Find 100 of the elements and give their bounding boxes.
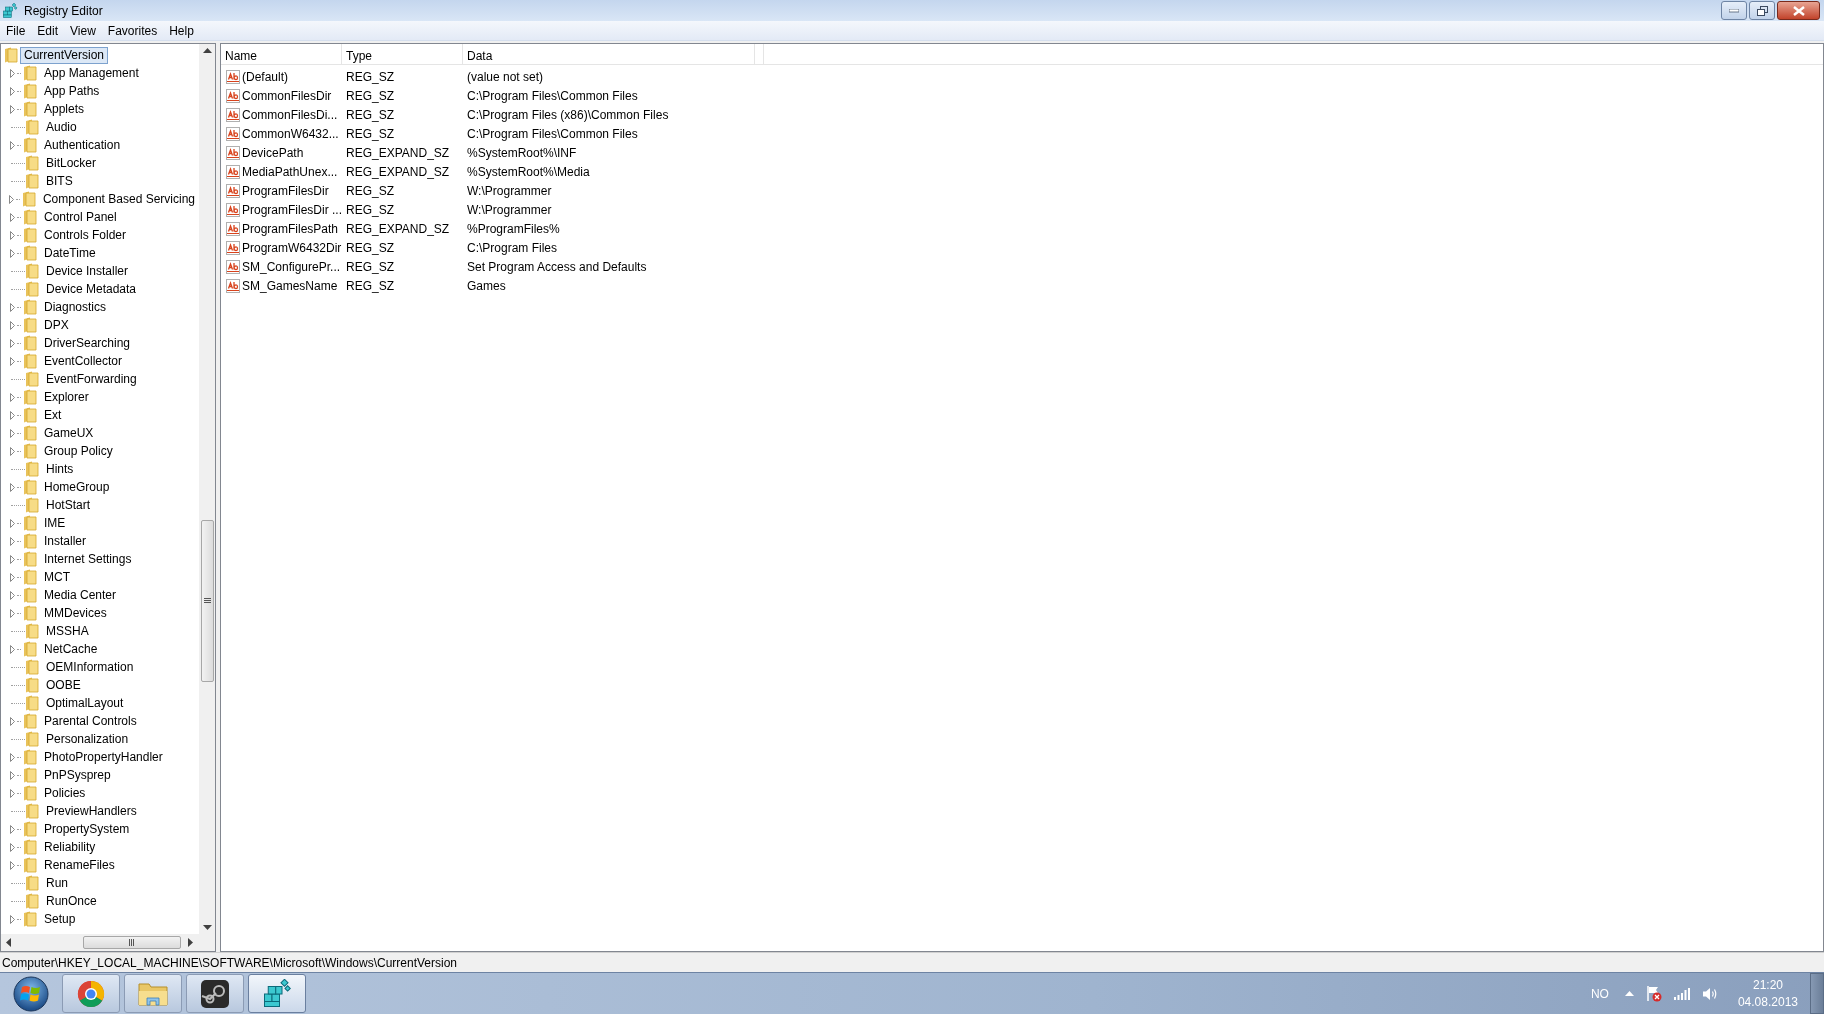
- tree-item[interactable]: BitLocker: [42, 154, 101, 172]
- tree-item[interactable]: MMDevices: [40, 604, 111, 622]
- expand-arrow-icon[interactable]: [9, 392, 15, 402]
- expand-arrow-icon[interactable]: [9, 212, 15, 222]
- tree-item[interactable]: Authentication: [40, 136, 125, 154]
- expand-arrow-icon[interactable]: [9, 716, 15, 726]
- menu-item[interactable]: Help: [163, 21, 200, 40]
- tree-item[interactable]: Device Metadata: [42, 280, 141, 298]
- expand-arrow-icon[interactable]: [9, 554, 15, 564]
- tree-item[interactable]: Audio: [42, 118, 81, 136]
- tree-item[interactable]: IME: [40, 514, 70, 532]
- expand-arrow-icon[interactable]: [9, 248, 15, 258]
- expand-arrow-icon[interactable]: [9, 518, 15, 528]
- value-name[interactable]: CommonFilesDi...: [242, 105, 338, 124]
- tree-item[interactable]: Reliability: [40, 838, 100, 856]
- scroll-up-icon[interactable]: [202, 48, 212, 53]
- tree-item[interactable]: Group Policy: [40, 442, 117, 460]
- tree-item[interactable]: Control Panel: [40, 208, 121, 226]
- restore-button[interactable]: [1749, 1, 1775, 20]
- tree-item[interactable]: DPX: [40, 316, 73, 334]
- tree-item[interactable]: EventForwarding: [42, 370, 141, 388]
- tree-item[interactable]: HotStart: [42, 496, 94, 514]
- column-header[interactable]: Data: [463, 44, 755, 64]
- expand-arrow-icon[interactable]: [9, 590, 15, 600]
- signal-icon[interactable]: [1673, 987, 1690, 1000]
- expand-arrow-icon[interactable]: [9, 752, 15, 762]
- tree-item[interactable]: Ext: [40, 406, 66, 424]
- expand-arrow-icon[interactable]: [9, 914, 15, 924]
- menu-item[interactable]: Edit: [31, 21, 65, 40]
- menu-item[interactable]: File: [0, 21, 32, 40]
- scroll-thumb[interactable]: [200, 520, 214, 682]
- scroll-left-icon[interactable]: [6, 938, 11, 947]
- expand-arrow-icon[interactable]: [9, 608, 15, 618]
- expand-arrow-icon[interactable]: [9, 482, 15, 492]
- value-name[interactable]: SM_GamesName: [242, 276, 338, 295]
- tree-item[interactable]: CurrentVersion: [20, 46, 109, 64]
- tree-item[interactable]: PreviewHandlers: [42, 802, 141, 820]
- tree-item[interactable]: BITS: [42, 172, 77, 190]
- value-name[interactable]: CommonW6432...: [242, 124, 339, 143]
- expand-arrow-icon[interactable]: [9, 446, 15, 456]
- value-name[interactable]: ProgramFilesPath: [242, 219, 339, 238]
- column-header[interactable]: Name: [221, 44, 342, 64]
- scroll-thumb[interactable]: [83, 936, 181, 949]
- menu-item[interactable]: View: [64, 21, 102, 40]
- tree-item[interactable]: Diagnostics: [40, 298, 111, 316]
- tree-item[interactable]: HomeGroup: [40, 478, 114, 496]
- expand-arrow-icon[interactable]: [9, 842, 15, 852]
- tree-item[interactable]: RunOnce: [42, 892, 101, 910]
- taskbar-button[interactable]: [186, 974, 244, 1013]
- tree-item[interactable]: Policies: [40, 784, 90, 802]
- tree-item[interactable]: Internet Settings: [40, 550, 136, 568]
- expand-arrow-icon[interactable]: [9, 320, 15, 330]
- tree-item[interactable]: DriverSearching: [40, 334, 135, 352]
- tree-item[interactable]: DateTime: [40, 244, 100, 262]
- flag-error-icon[interactable]: [1645, 985, 1662, 1002]
- tree-item[interactable]: PropertySystem: [40, 820, 134, 838]
- tree-item[interactable]: Explorer: [40, 388, 93, 406]
- tree-item[interactable]: Media Center: [40, 586, 121, 604]
- expand-arrow-icon[interactable]: [9, 140, 15, 150]
- tree-item[interactable]: Controls Folder: [40, 226, 131, 244]
- tree-item[interactable]: OOBE: [42, 676, 85, 694]
- show-hidden-icons-icon[interactable]: [1624, 991, 1634, 996]
- expand-arrow-icon[interactable]: [9, 338, 15, 348]
- show-desktop-button[interactable]: [1810, 973, 1824, 1014]
- tree-item[interactable]: Applets: [40, 100, 89, 118]
- tree-item[interactable]: App Management: [40, 64, 143, 82]
- expand-arrow-icon[interactable]: [9, 644, 15, 654]
- tree-item[interactable]: MCT: [40, 568, 74, 586]
- taskbar-button[interactable]: [248, 974, 306, 1013]
- tree-item[interactable]: OEMInformation: [42, 658, 138, 676]
- tree-item[interactable]: Device Installer: [42, 262, 133, 280]
- value-name[interactable]: ProgramFilesDir: [242, 181, 329, 200]
- tree-item[interactable]: GameUX: [40, 424, 98, 442]
- vertical-scrollbar[interactable]: [199, 44, 215, 934]
- expand-arrow-icon[interactable]: [9, 770, 15, 780]
- expand-arrow-icon[interactable]: [9, 356, 15, 366]
- tree-item[interactable]: Run: [42, 874, 72, 892]
- expand-arrow-icon[interactable]: [9, 104, 15, 114]
- value-name[interactable]: SM_ConfigurePr...: [242, 257, 341, 276]
- expand-arrow-icon[interactable]: [9, 230, 15, 240]
- expand-arrow-icon[interactable]: [9, 824, 15, 834]
- expand-arrow-icon[interactable]: [9, 302, 15, 312]
- tree-item[interactable]: Installer: [40, 532, 91, 550]
- speaker-icon[interactable]: [1701, 986, 1718, 1001]
- scroll-right-icon[interactable]: [188, 938, 193, 947]
- expand-arrow-icon[interactable]: [9, 68, 15, 78]
- value-name[interactable]: DevicePath: [242, 143, 304, 162]
- expand-arrow-icon[interactable]: [9, 86, 15, 96]
- tree-item[interactable]: Parental Controls: [40, 712, 141, 730]
- tree-item[interactable]: MSSHA: [42, 622, 93, 640]
- tree-item[interactable]: Setup: [40, 910, 80, 928]
- expand-arrow-icon[interactable]: [9, 572, 15, 582]
- expand-arrow-icon[interactable]: [9, 194, 15, 204]
- expand-arrow-icon[interactable]: [9, 788, 15, 798]
- tree-item[interactable]: Personalization: [42, 730, 133, 748]
- tree-item[interactable]: NetCache: [40, 640, 102, 658]
- expand-arrow-icon[interactable]: [9, 860, 15, 870]
- tree-item[interactable]: Hints: [42, 460, 78, 478]
- tree-item[interactable]: PnPSysprep: [40, 766, 115, 784]
- value-name[interactable]: ProgramFilesDir ...: [242, 200, 342, 219]
